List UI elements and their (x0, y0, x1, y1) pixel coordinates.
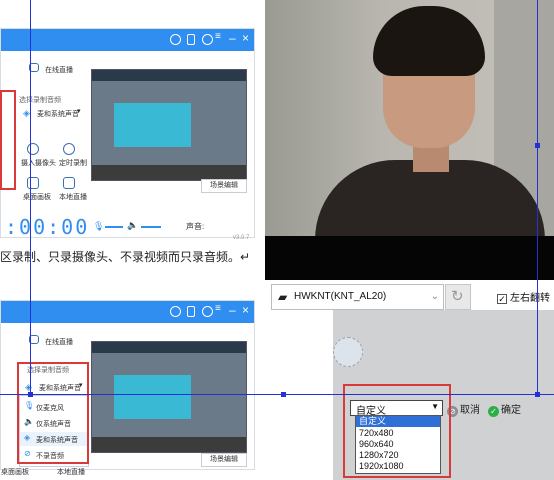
highlight-box-top (0, 90, 16, 190)
close-icon[interactable]: × (242, 303, 249, 317)
selection-edge-right[interactable] (537, 0, 538, 394)
camera-icon (27, 143, 39, 155)
settings-icon[interactable] (202, 306, 213, 317)
pen-icon (27, 177, 39, 189)
android-icon: ▰ (278, 290, 288, 304)
scene-edit-button[interactable]: 场景编辑 (201, 179, 247, 193)
resize-handle-right[interactable] (535, 143, 540, 148)
volume-label: 声音: (186, 222, 205, 231)
menu-icon[interactable]: ≡ (215, 303, 221, 314)
chevron-down-icon: ▾ (77, 108, 81, 115)
mirror-checkbox[interactable]: ✓ 左右翻转 (497, 289, 550, 304)
close-icon[interactable]: × (242, 31, 249, 45)
audio-icon: ◈ (23, 108, 30, 118)
resize-handle-bottom-right[interactable] (535, 392, 540, 397)
speaker-icon[interactable]: 🔈 (127, 220, 138, 231)
speaker-volume-slider[interactable] (141, 226, 161, 228)
camera-device-select[interactable]: ▰ HWKNT(KNT_AL20) ⌄ (271, 284, 444, 310)
camera-preview (265, 0, 554, 280)
resize-handle-bottom-left[interactable] (28, 392, 33, 397)
screen-preview (91, 341, 247, 453)
title-bar: ≡ – × (1, 29, 254, 51)
user-icon[interactable] (170, 306, 181, 317)
cancel-button[interactable]: ⊘ 取消 (447, 401, 480, 417)
whiteboard-label: 桌面画板 (1, 469, 29, 476)
selection-edge-left[interactable] (30, 0, 31, 394)
local-live-label: 本地直播 (57, 469, 85, 476)
device-name: HWKNT(KNT_AL20) (294, 291, 387, 302)
minimize-icon[interactable]: – (229, 303, 236, 317)
settings-icon[interactable] (202, 34, 213, 45)
refresh-icon: ↻ (451, 288, 464, 305)
alarm-clock-icon (63, 143, 75, 155)
check-icon: ✓ (488, 406, 499, 417)
resize-handle-bottom[interactable] (281, 392, 286, 397)
highlight-box-bottom (17, 362, 89, 464)
checkbox-icon: ✓ (497, 294, 507, 304)
version-label: v3.0.7 (233, 235, 250, 241)
screen-preview (91, 69, 247, 181)
highlight-box-resolution (343, 384, 451, 478)
menu-icon[interactable]: ≡ (215, 31, 221, 42)
camera-placeholder-icon (333, 337, 363, 367)
scene-edit-button[interactable]: 场景编辑 (201, 453, 247, 467)
confirm-button[interactable]: ✓ 确定 (488, 401, 521, 417)
audio-mode-select[interactable]: ◈ 麦和系统声音 ▾ (23, 107, 83, 121)
recorder-body: 在线直播 选择录制音频 ◈ 麦和系统声音 ▾ 摄入摄像头 定时录制 桌面画板 本… (1, 51, 254, 241)
phone-icon[interactable] (187, 34, 195, 45)
document-text: 区录制、只录摄像头、不录视频而只录音频。↵ (0, 250, 251, 264)
selection-edge-bottom[interactable] (0, 394, 554, 395)
title-bar: ≡ – × (1, 301, 254, 323)
phone-icon[interactable] (187, 306, 195, 317)
refresh-button[interactable]: ↻ (445, 284, 471, 310)
audio-section-label: 选择录制音频 (19, 97, 61, 104)
minimize-icon[interactable]: – (229, 31, 236, 45)
user-icon[interactable] (170, 34, 181, 45)
microphone-icon[interactable]: 🎙 (93, 221, 104, 232)
mic-volume-slider[interactable] (105, 226, 123, 228)
chevron-down-icon: ⌄ (430, 291, 439, 302)
record-timer: :00:00 (5, 215, 90, 239)
monitor-icon (63, 177, 75, 189)
recorder-window-top: ≡ – × 在线直播 选择录制音频 ◈ 麦和系统声音 ▾ 摄入摄像头 定时录制 … (0, 28, 255, 241)
